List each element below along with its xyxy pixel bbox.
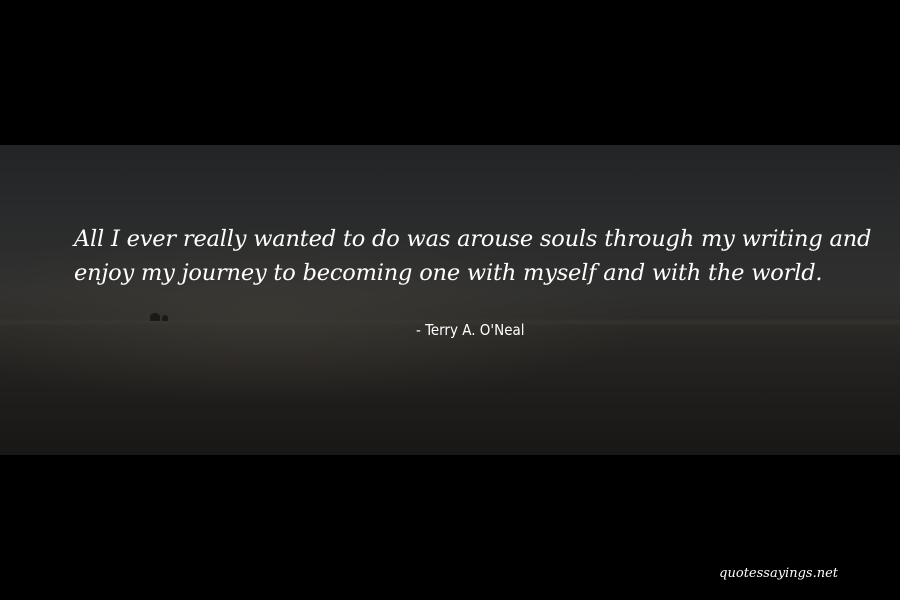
site-watermark: quotessayings.net [719,566,838,581]
tree-silhouette [150,313,160,321]
tree-silhouette [162,315,168,321]
quote-text: All I ever really wanted to do was arous… [74,222,872,290]
quote-line-1: All I ever really wanted to do was arous… [74,226,872,252]
quote-author: - Terry A. O'Neal [416,321,525,339]
quote-line-2: enjoy my journey to becoming one with my… [74,260,823,286]
landscape-background-photo [0,145,900,455]
quote-image: All I ever really wanted to do was arous… [0,0,900,600]
